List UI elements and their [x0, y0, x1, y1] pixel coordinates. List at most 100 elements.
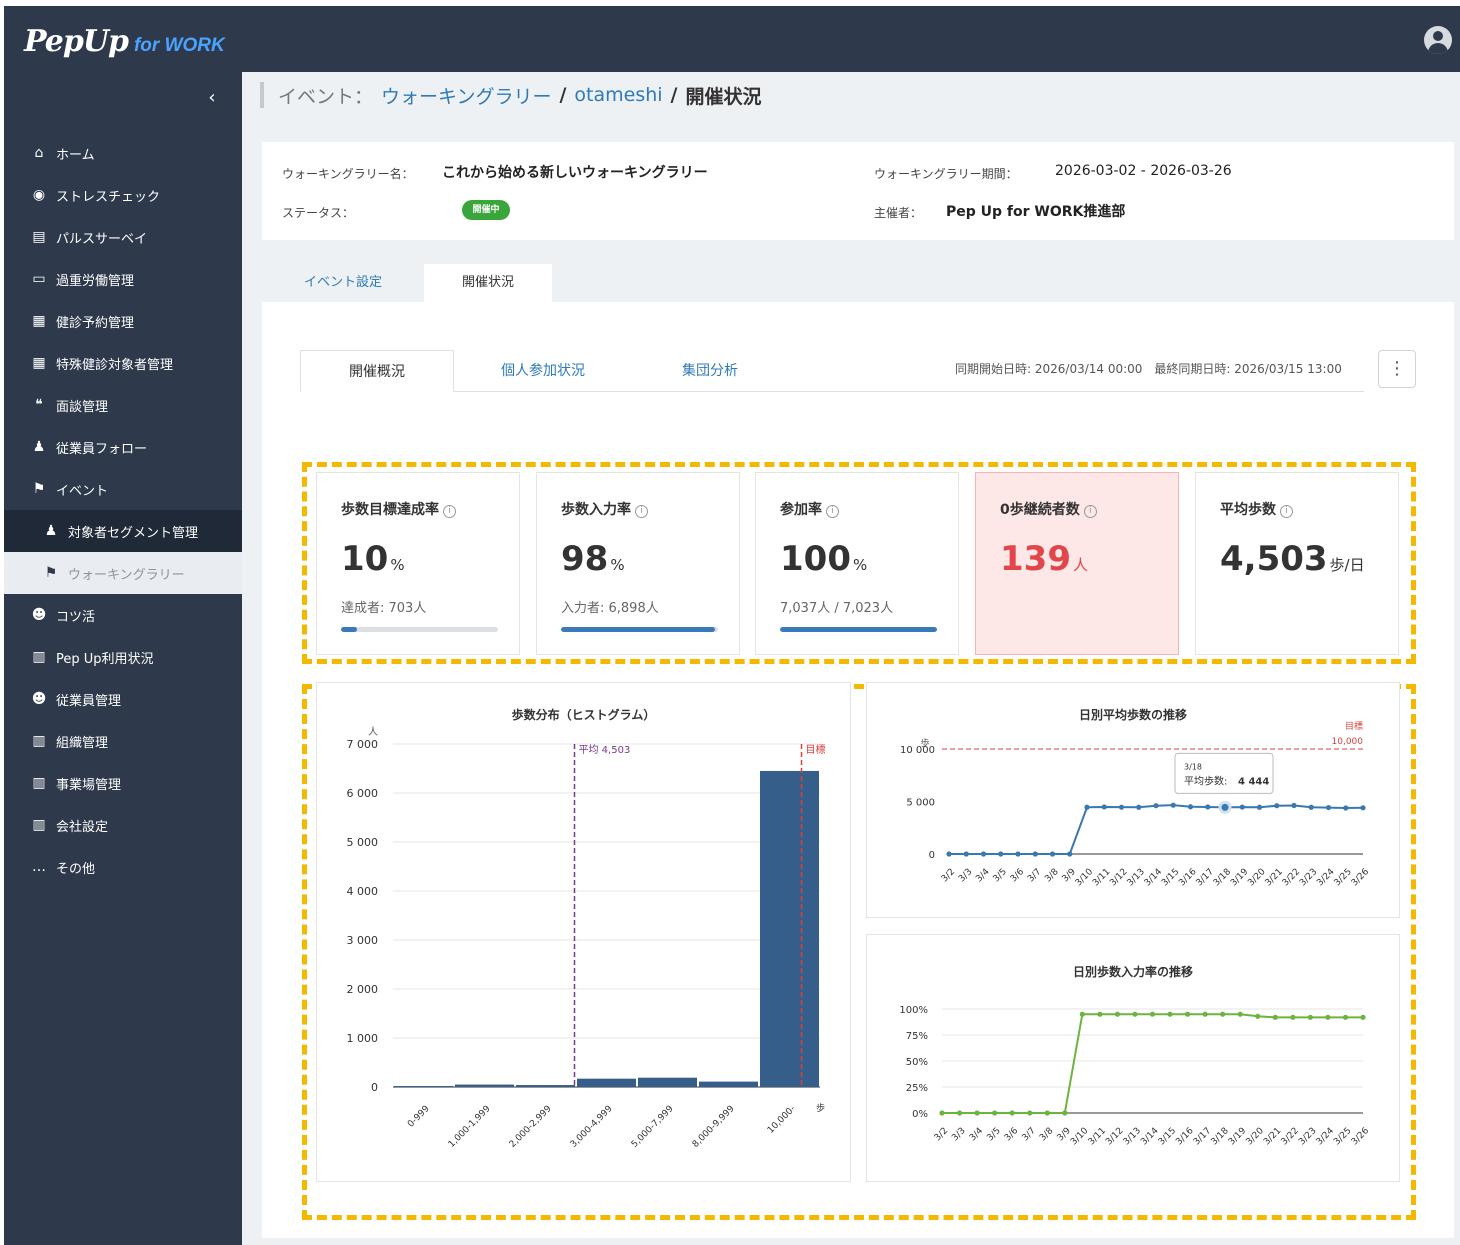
- data-point: [1067, 851, 1073, 857]
- histogram-chart: 歩数分布（ヒストグラム） 人01 000 2 000 3 000 4 000 5 000…: [316, 682, 851, 1182]
- x-tick-label: 3/3: [950, 1126, 967, 1143]
- y-tick-label: 75%: [906, 1031, 928, 1042]
- logo-sub: for WORK: [133, 35, 225, 56]
- kpi-subtext: 7,037人 / 7,023人: [780, 601, 894, 616]
- target-label: 目標: [806, 743, 826, 756]
- data-point: [1132, 1011, 1138, 1017]
- y-tick-label: 10 000: [900, 745, 935, 756]
- kpi-value: 10%: [341, 539, 405, 579]
- data-point: [1220, 1011, 1226, 1017]
- y-tick-label: 2 000: [347, 983, 379, 996]
- breadcrumb-sep: /: [559, 84, 567, 106]
- tab-event-settings[interactable]: イベント設定: [262, 264, 424, 302]
- y-tick-label: 100%: [899, 1005, 928, 1016]
- x-tick-label: 3,000-4,999: [569, 1104, 615, 1150]
- x-tick-label: 3/2: [933, 1126, 950, 1143]
- data-point: [1149, 1011, 1156, 1017]
- kpi-title-text: 平均歩数: [1220, 502, 1276, 518]
- x-tick-label: 3/8: [1043, 867, 1061, 885]
- sidebar-item[interactable]: ▥ 事業場管理: [4, 762, 242, 804]
- data-point: [1290, 1014, 1296, 1020]
- bookmark-icon: ⚑: [32, 481, 46, 497]
- data-point: [1205, 804, 1211, 810]
- sidebar-nav: ⌂ ホーム ◉ ストレスチェック ▤ パルスサーベイ ▭ 過重労働管理 ▦ 健診予約管理 ▦ 特殊健診…: [4, 132, 242, 888]
- sidebar-item-label: パルスサーベイ: [56, 231, 148, 247]
- briefcase-icon: ▭: [32, 271, 46, 287]
- subtab-group-analysis[interactable]: 集団分析: [640, 350, 780, 392]
- data-point: [1343, 805, 1349, 811]
- breadcrumb: イベント： ウォーキングラリー / otameshi / 開催状況: [260, 82, 762, 108]
- histogram-bar: [638, 1077, 697, 1087]
- host-value: Pep Up for WORK推進部: [946, 204, 1126, 220]
- sidebar-item[interactable]: ▥ 組織管理: [4, 720, 242, 762]
- breadcrumb-link-otameshi[interactable]: otameshi: [574, 84, 662, 106]
- info-icon[interactable]: i: [1083, 505, 1097, 518]
- data-point: [1084, 804, 1090, 810]
- breadcrumb-link-walking-rally[interactable]: ウォーキングラリー: [381, 82, 551, 109]
- sidebar-item[interactable]: ☻ コツ活: [4, 594, 242, 636]
- data-point: [1062, 1110, 1068, 1116]
- kpi-value: 100%: [780, 539, 867, 579]
- x-tick-label: 3/6: [1003, 1126, 1021, 1144]
- period-label: ウォーキングラリー期間：: [874, 167, 1018, 181]
- x-tick-label: 2,000-2,999: [508, 1104, 554, 1150]
- sidebar-item[interactable]: … その他: [4, 846, 242, 888]
- period-value: 2026-03-02 - 2026-03-26: [1055, 163, 1232, 179]
- data-point: [980, 851, 987, 857]
- x-tick-label: 3/7: [1026, 867, 1043, 884]
- sidebar-item[interactable]: ⚑ ウォーキングラリー: [4, 552, 242, 594]
- group-icon: ☻: [31, 607, 47, 623]
- kpi-unit: %: [852, 556, 868, 574]
- y-tick-label: 7 000: [347, 738, 379, 751]
- sidebar-item[interactable]: ▦ 特殊健診対象者管理: [4, 342, 242, 384]
- sidebar-item[interactable]: ▭ 過重労働管理: [4, 258, 242, 300]
- data-point: [1009, 1110, 1015, 1116]
- data-point: [939, 1110, 945, 1116]
- tooltip-label: 平均歩数:: [1184, 774, 1227, 787]
- tab-status[interactable]: 開催状況: [424, 264, 552, 302]
- info-icon[interactable]: i: [826, 505, 839, 518]
- sidebar-item[interactable]: ♟ 対象者セグメント管理: [4, 510, 242, 552]
- sidebar-item[interactable]: ☻ 従業員管理: [4, 678, 242, 720]
- sidebar-item[interactable]: ▥ 会社設定: [4, 804, 242, 846]
- x-tick-label: 3/23: [1297, 1126, 1318, 1147]
- subtab-overview[interactable]: 開催概況: [300, 350, 454, 392]
- sidebar-item[interactable]: ◉ ストレスチェック: [4, 174, 242, 216]
- sidebar-item-label: 組織管理: [56, 735, 109, 751]
- people-icon: ♟: [44, 523, 58, 539]
- x-tick-label: 3/23: [1298, 867, 1319, 888]
- kpi-title: 参加率 i: [780, 499, 839, 519]
- sidebar-item[interactable]: ▦ 健診予約管理: [4, 300, 242, 342]
- data-point: [998, 851, 1004, 857]
- app-logo[interactable]: PepUp for WORK: [24, 24, 225, 59]
- x-tick-label: 3/16: [1177, 867, 1199, 889]
- sidebar-item[interactable]: ♟ 従業員フォロー: [4, 426, 242, 468]
- kpi-title-text: 参加率: [780, 502, 822, 518]
- histogram-bar: [455, 1084, 514, 1087]
- sidebar-item[interactable]: ⌂ ホーム: [4, 132, 242, 174]
- info-icon[interactable]: i: [1280, 505, 1293, 518]
- more-menu-button[interactable]: ⋮: [1378, 350, 1416, 388]
- data-point: [1291, 802, 1297, 809]
- info-icon[interactable]: i: [443, 505, 456, 518]
- user-avatar-icon[interactable]: [1424, 26, 1452, 54]
- data-point: [1274, 803, 1280, 809]
- chat-icon: ❝: [35, 397, 43, 413]
- kpi-title: 平均歩数 i: [1220, 499, 1293, 519]
- sidebar-item[interactable]: ⚑ イベント: [4, 468, 242, 510]
- subtab-individual[interactable]: 個人参加状況: [470, 350, 616, 392]
- more-icon: …: [32, 859, 46, 875]
- sidebar-item[interactable]: ▤ パルスサーベイ: [4, 216, 242, 258]
- collapse-sidebar-chevron-icon[interactable]: ‹: [200, 86, 224, 110]
- y-tick-label: 0: [929, 850, 935, 861]
- sidebar-item[interactable]: ▥ Pep Up利用状況: [4, 636, 242, 678]
- info-icon[interactable]: i: [635, 505, 648, 518]
- main-content: イベント： ウォーキングラリー / otameshi / 開催状況 ウォーキング…: [242, 72, 1460, 1245]
- x-tick-label: 3/20: [1246, 867, 1268, 889]
- histogram-bar: [699, 1081, 758, 1087]
- kpi-title-text: 歩数目標達成率: [341, 502, 439, 518]
- breadcrumb-sep: /: [670, 84, 678, 106]
- histogram-bar: [394, 1086, 453, 1087]
- sidebar-item[interactable]: ❝ 面談管理: [4, 384, 242, 426]
- y-tick-label: 6 000: [347, 787, 379, 800]
